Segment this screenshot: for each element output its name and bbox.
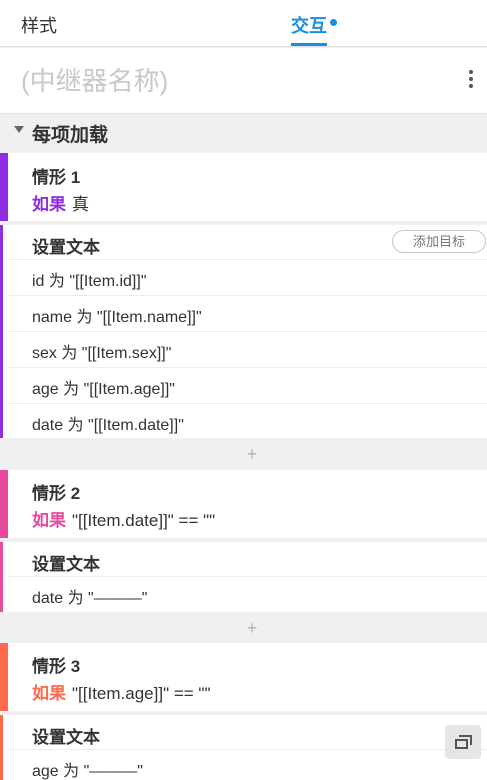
case-title: 情形 1 (32, 168, 81, 187)
widget-name-input[interactable] (21, 64, 441, 98)
action-color-bar (0, 542, 3, 612)
action-row[interactable]: date 为 "[[Item.date]]" (8, 403, 487, 439)
action-row[interactable]: name 为 "[[Item.name]]" (8, 295, 487, 331)
tab-active-underline (291, 43, 327, 46)
event-header[interactable]: 每项加载 (0, 116, 487, 149)
case-color-bar (0, 643, 8, 711)
case-3[interactable]: 情形 3 如果 "[[Item.age]]" == "" (0, 643, 487, 711)
tab-interaction[interactable]: 交互 (291, 12, 327, 38)
action-row[interactable]: id 为 "[[Item.id]]" (8, 259, 487, 295)
condition-text: "[[Item.date]]" == "" (72, 511, 216, 530)
action-row-text: id 为 "[[Item.id]]" (32, 273, 147, 290)
action-row-text: date 为 "[[Item.date]]" (32, 417, 184, 434)
action-set-text-3[interactable]: 设置文本 age 为 "———" (0, 715, 487, 780)
action-color-bar (0, 225, 3, 438)
case-condition: 如果 "[[Item.age]]" == "" (32, 679, 210, 704)
action-set-text-2[interactable]: 设置文本 date 为 "———" (0, 542, 487, 612)
case-title: 情形 2 (32, 484, 81, 503)
case-condition: 如果真 (32, 190, 89, 215)
case-2[interactable]: 情形 2 如果 "[[Item.date]]" == "" (0, 470, 487, 538)
action-row-text: age 为 "[[Item.age]]" (32, 381, 175, 398)
case-color-bar (0, 470, 8, 538)
tab-style[interactable]: 样式 (21, 12, 57, 38)
action-row-text: name 为 "[[Item.name]]" (32, 309, 202, 326)
action-row-text: date 为 "———" (32, 590, 148, 607)
action-row-text: sex 为 "[[Item.sex]]" (32, 345, 172, 362)
event-title: 每项加载 (32, 125, 109, 146)
add-case-plus-icon[interactable]: + (242, 618, 262, 639)
action-row[interactable]: age 为 "———" (8, 749, 487, 780)
case-1[interactable]: 情形 1 如果真 (0, 153, 487, 221)
case-title: 情形 3 (32, 657, 81, 676)
action-row[interactable]: date 为 "———" (8, 576, 487, 612)
action-row[interactable]: age 为 "[[Item.age]]" (8, 367, 487, 403)
collapse-caret-icon[interactable] (14, 126, 24, 133)
action-row[interactable]: sex 为 "[[Item.sex]]" (8, 331, 487, 367)
more-options-icon[interactable] (465, 70, 479, 90)
condition-text: "[[Item.age]]" == "" (72, 684, 211, 703)
condition-keyword: 如果 (32, 195, 66, 214)
condition-keyword: 如果 (32, 684, 66, 703)
add-target-button[interactable]: 添加目标 (392, 230, 486, 253)
action-set-text-1[interactable]: 设置文本 添加目标 id 为 "[[Item.id]]" name 为 "[[I… (0, 225, 487, 438)
action-title: 设置文本 (32, 555, 100, 574)
restore-window-icon[interactable] (445, 725, 481, 759)
panel-tabs: 样式 交互 (0, 0, 487, 47)
action-color-bar (0, 715, 3, 780)
case-condition: 如果 "[[Item.date]]" == "" (32, 506, 215, 531)
action-row-text: age 为 "———" (32, 763, 143, 780)
case-color-bar (0, 153, 8, 221)
action-title: 设置文本 (32, 728, 100, 747)
condition-keyword: 如果 (32, 511, 66, 530)
condition-text: 真 (72, 195, 89, 214)
tab-indicator-dot (330, 19, 337, 26)
add-case-plus-icon[interactable]: + (242, 444, 262, 465)
widget-name-row (0, 48, 487, 114)
action-title: 设置文本 (32, 238, 100, 257)
